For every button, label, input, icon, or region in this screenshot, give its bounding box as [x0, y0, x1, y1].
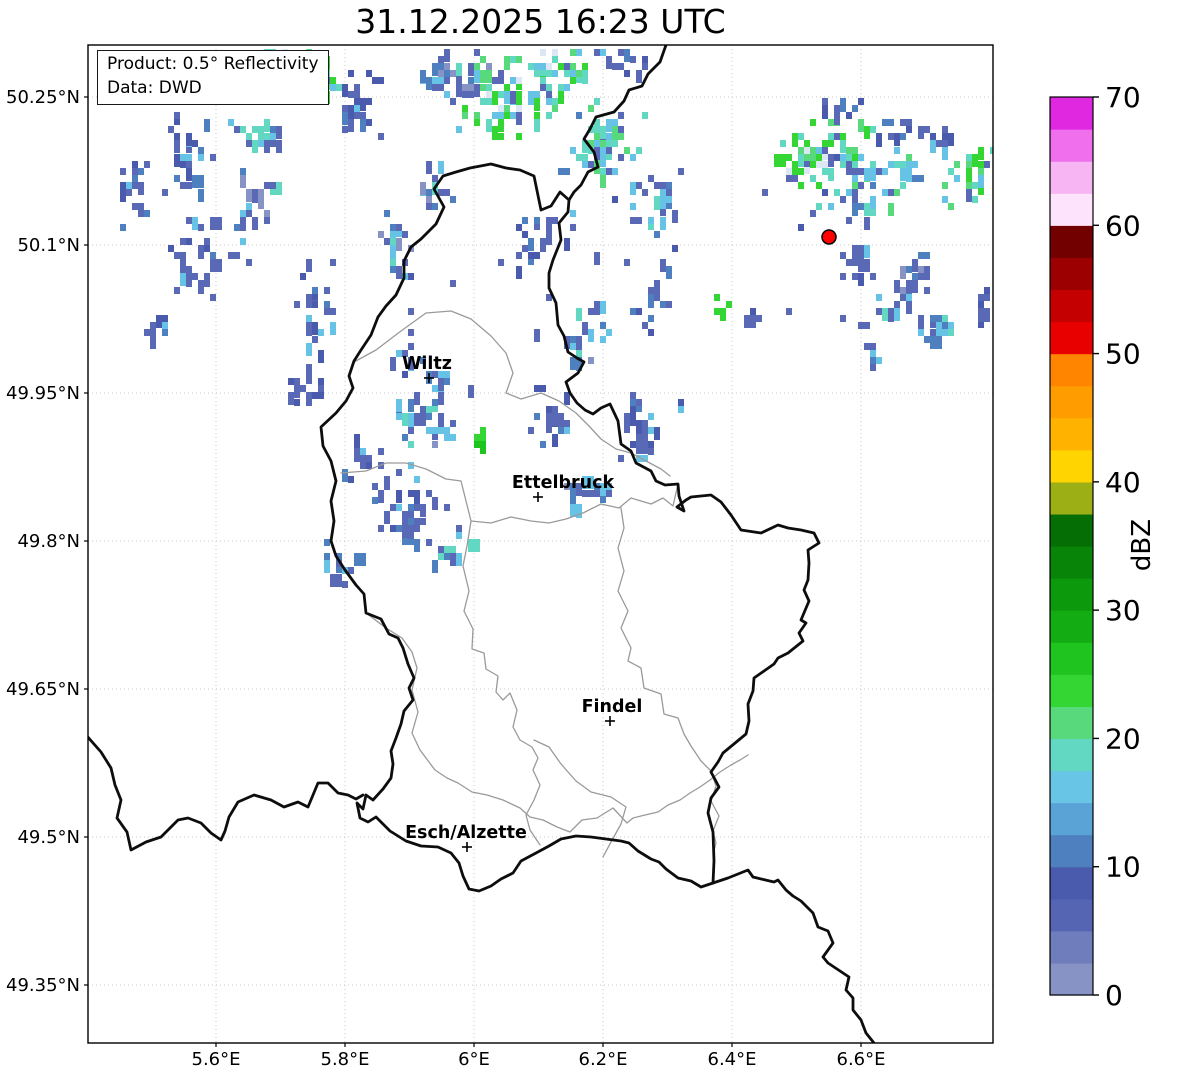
colorbar-tick-label: 10	[1105, 851, 1141, 884]
x-tick-label: 6.2°E	[579, 1049, 628, 1070]
x-tick-label: 5.8°E	[321, 1049, 370, 1070]
radar-site-marker	[822, 230, 836, 244]
colorbar-tick-label: 50	[1105, 338, 1141, 371]
city-label: Esch/Alzette	[405, 823, 527, 843]
x-tick-label: 6.4°E	[708, 1049, 757, 1070]
colorbar-tick-label: 60	[1105, 209, 1141, 242]
colorbar-tick-label: 70	[1105, 81, 1141, 114]
y-tick-label: 49.35°N	[6, 975, 80, 996]
axis-ticks: 5.6°E 5.8°E 6°E 6.2°E 6.4°E 6.6°E 50.25°N 50.1°…	[6, 87, 886, 1070]
colorbar-tick-label: 40	[1105, 466, 1141, 499]
data-source-line: Data: DWD	[107, 77, 319, 101]
y-tick-label: 50.25°N	[6, 87, 80, 108]
echo-layer	[120, 49, 1014, 588]
colorbar-tick-label: 20	[1105, 722, 1141, 755]
x-tick-label: 5.6°E	[192, 1049, 241, 1070]
x-tick-label: 6.6°E	[837, 1049, 886, 1070]
radar-figure: WiltzEttelbruckFindelEsch/Alzette5.6°E5.…	[0, 0, 1184, 1081]
city-label: Ettelbruck	[512, 473, 615, 493]
y-tick-label: 49.65°N	[6, 679, 80, 700]
y-tick-label: 49.95°N	[6, 383, 80, 404]
product-info-box: Product: 0.5° Reflectivity Data: DWD	[97, 50, 329, 105]
y-tick-label: 49.8°N	[17, 531, 80, 552]
product-line: Product: 0.5° Reflectivity	[107, 53, 319, 77]
y-tick-label: 50.1°N	[17, 235, 80, 256]
city-label: Findel	[582, 697, 643, 717]
colorbar-tick-label: 0	[1105, 979, 1123, 1012]
page-title: 31.12.2025 16:23 UTC	[88, 2, 993, 41]
x-tick-label: 6°E	[458, 1049, 490, 1070]
map-canvas: WiltzEttelbruckFindelEsch/Alzette5.6°E5.…	[0, 0, 1184, 1081]
y-tick-label: 49.5°N	[17, 827, 80, 848]
colorbar-unit-label: dBZ	[1127, 519, 1157, 571]
city-label: Wiltz	[402, 354, 452, 374]
colorbar-tick-label: 30	[1105, 594, 1141, 627]
